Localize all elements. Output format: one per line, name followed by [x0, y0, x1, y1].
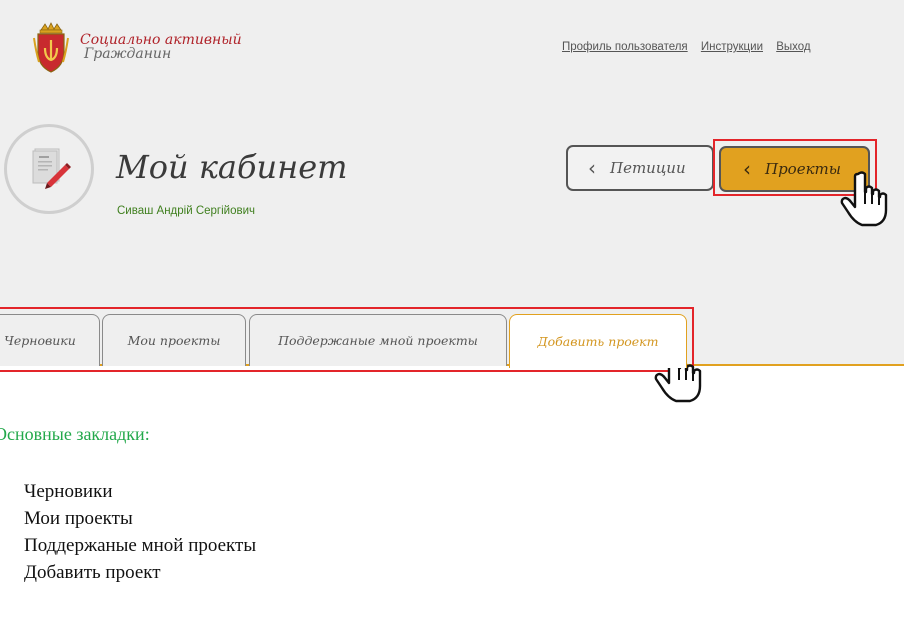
brand-name[interactable]: Социально активный Гражданин: [80, 33, 242, 61]
hand-pointer-icon: [840, 171, 888, 227]
list-item: Поддержаные мной проекты: [24, 535, 257, 556]
top-links: Профиль пользователя Инструкции Выход: [562, 41, 821, 53]
document-pen-icon: [32, 148, 71, 189]
list-item: Черновики: [24, 481, 113, 502]
coat-of-arms-logo[interactable]: [33, 22, 69, 74]
page-title: Мой кабинет: [116, 148, 348, 186]
brand-line-1: Социально активный: [80, 32, 242, 48]
logout-link[interactable]: Выход: [776, 41, 810, 53]
brand-line-2: Гражданин: [84, 46, 172, 62]
profile-link[interactable]: Профиль пользователя: [562, 41, 688, 53]
user-name: Сиваш Андрій Сергійович: [117, 205, 256, 217]
instructions-link[interactable]: Инструкции: [701, 41, 763, 53]
chevron-left-icon: ‹: [588, 156, 596, 180]
tab-add-project[interactable]: Добавить проект: [509, 314, 687, 368]
bookmarks-list: Черновики Мои проекты Поддержаные мной п…: [24, 478, 256, 586]
petitions-button[interactable]: ‹ Петиции: [566, 145, 714, 191]
content-heading: Основные закладки:: [0, 424, 150, 444]
list-item: Мои проекты: [24, 508, 133, 529]
avatar: [4, 124, 94, 214]
list-item: Добавить проект: [24, 562, 161, 583]
petitions-button-label: Петиции: [610, 159, 686, 177]
tab-add-project-label: Добавить проект: [537, 334, 659, 349]
